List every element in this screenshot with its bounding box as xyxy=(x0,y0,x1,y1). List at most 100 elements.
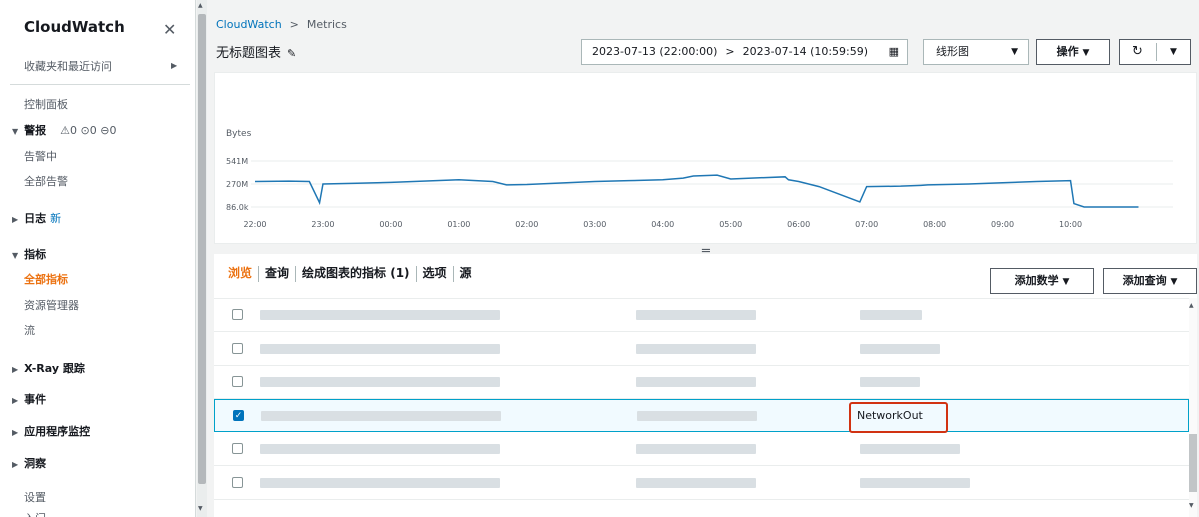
row-checkbox[interactable] xyxy=(232,376,243,387)
range-start: 2023-07-13 (22:00:00) xyxy=(592,45,718,58)
x-tick-label: 02:00 xyxy=(515,220,538,229)
table-row[interactable] xyxy=(214,467,1189,500)
app-title: CloudWatch xyxy=(24,18,125,36)
metrics-browser-panel: 浏览 查询 绘成图表的指标 (1) 选项源 添加数学 ▼ 添加查询 ▼ ✓ Ne… xyxy=(214,254,1197,517)
refresh-button[interactable]: ↻ ▼ xyxy=(1119,39,1191,65)
add-query-button[interactable]: 添加查询 ▼ xyxy=(1103,268,1197,294)
x-tick-label: 01:00 xyxy=(447,220,470,229)
x-tick-label: 06:00 xyxy=(787,220,810,229)
redacted-cell xyxy=(860,377,920,387)
redacted-cell xyxy=(636,310,756,320)
favorites-menu[interactable]: 收藏夹和最近访问 ▶ xyxy=(24,58,184,74)
nav-logs[interactable]: ▶ 日志新 xyxy=(12,210,61,226)
nav-getting-started[interactable]: 入门 xyxy=(24,510,46,517)
nav-insights[interactable]: ▶ 洞察 xyxy=(12,455,46,471)
nav-dashboards[interactable]: 控制面板 xyxy=(24,96,68,112)
chart-type-select[interactable]: 线形图 ▼ xyxy=(923,39,1029,65)
table-row[interactable] xyxy=(214,299,1189,332)
row-checkbox[interactable] xyxy=(232,477,243,488)
breadcrumb-cloudwatch[interactable]: CloudWatch xyxy=(216,18,282,31)
series-line xyxy=(254,174,1139,208)
redacted-cell xyxy=(260,310,500,320)
y-axis-label: Bytes xyxy=(226,129,252,139)
date-range-picker[interactable]: 2023-07-13 (22:00:00) >2023-07-14 (10:59:… xyxy=(581,39,908,65)
nav-events[interactable]: ▶ 事件 xyxy=(12,391,46,407)
scrollbar-thumb[interactable] xyxy=(1189,434,1197,492)
actions-button[interactable]: 操作 ▼ xyxy=(1036,39,1110,65)
alarm-counts: ⚠0 ⊙0 ⊖0 xyxy=(60,124,117,137)
triangle-down-icon: ▼ xyxy=(12,127,19,136)
caret-down-icon: ▼ xyxy=(1170,277,1178,287)
nav-explorer[interactable]: 资源管理器 xyxy=(24,297,79,313)
x-tick-label: 08:00 xyxy=(923,220,946,229)
nav-all-metrics[interactable]: 全部指标 xyxy=(24,271,68,287)
redacted-cell xyxy=(261,411,501,421)
new-badge: 新 xyxy=(50,212,62,225)
nav-metrics[interactable]: ▼ 指标 xyxy=(12,246,46,262)
sidebar: CloudWatch ✕ 收藏夹和最近访问 ▶ 控制面板 ▼ 警报 ⚠0 ⊙0 ⊖0… xyxy=(0,0,196,517)
chart-panel: Bytes 541M 270M 86.0k 22:00 23:00 00:00 01:00 02… xyxy=(214,72,1197,244)
row-checkbox[interactable] xyxy=(232,343,243,354)
tab-options[interactable]: 选项 xyxy=(417,264,453,281)
metric-name: NetworkOut xyxy=(857,409,923,422)
table-row[interactable] xyxy=(214,433,1189,466)
table-row[interactable] xyxy=(214,366,1189,399)
caret-down-icon: ▼ xyxy=(1082,48,1090,58)
caret-down-icon: ▼ xyxy=(1011,47,1018,57)
scroll-down-icon[interactable]: ▼ xyxy=(1189,502,1194,509)
chevron-right-icon: > xyxy=(725,45,735,58)
nav-all-alarms[interactable]: 全部告警 xyxy=(24,173,68,189)
sidebar-scrollbar[interactable]: ▲ ▼ xyxy=(197,0,207,517)
refresh-icon[interactable]: ↻ xyxy=(1132,40,1143,64)
scroll-up-icon[interactable]: ▲ xyxy=(198,2,203,9)
line-chart: Bytes 541M 270M 86.0k 22:00 23:00 00:00 01:00 02… xyxy=(226,129,1173,229)
nav-in-alarm[interactable]: 告警中 xyxy=(24,148,57,164)
nav-settings[interactable]: 设置 xyxy=(24,489,46,505)
triangle-right-icon: ▶ xyxy=(12,396,19,405)
tab-bar: 浏览 查询 绘成图表的指标 (1) 选项源 xyxy=(222,264,478,282)
divider xyxy=(1156,43,1157,61)
redacted-cell xyxy=(636,377,756,387)
pencil-icon[interactable]: ✎ xyxy=(287,47,296,60)
nav-app-monitoring[interactable]: ▶ 应用程序监控 xyxy=(12,423,90,439)
row-checkbox[interactable] xyxy=(232,309,243,320)
checkmark-icon[interactable]: ✓ xyxy=(233,410,244,421)
redacted-cell xyxy=(260,344,500,354)
caret-down-icon: ▼ xyxy=(1062,277,1070,287)
add-math-button[interactable]: 添加数学 ▼ xyxy=(990,268,1094,294)
redacted-cell xyxy=(260,444,500,454)
nav-alarms[interactable]: ▼ 警报 ⚠0 ⊙0 ⊖0 xyxy=(12,122,116,138)
nav-streams[interactable]: 流 xyxy=(24,322,35,338)
range-end: 2023-07-14 (10:59:59) xyxy=(742,45,869,58)
refresh-interval-caret-icon[interactable]: ▼ xyxy=(1170,40,1177,64)
table-row-selected[interactable]: ✓ NetworkOut xyxy=(214,399,1189,433)
chevron-right-icon: > xyxy=(289,18,299,31)
triangle-down-icon: ▼ xyxy=(12,251,19,260)
scroll-up-icon[interactable]: ▲ xyxy=(1189,302,1194,309)
triangle-right-icon: ▶ xyxy=(12,428,19,437)
x-tick-label: 23:00 xyxy=(311,220,334,229)
row-checkbox[interactable] xyxy=(232,443,243,454)
triangle-right-icon: ▶ xyxy=(12,215,19,224)
scrollbar-thumb[interactable] xyxy=(198,14,206,484)
table-row[interactable] xyxy=(214,333,1189,366)
graph-title[interactable]: 无标题图表 ✎ xyxy=(216,42,296,61)
breadcrumb-metrics: Metrics xyxy=(306,18,347,31)
tab-query[interactable]: 查询 xyxy=(259,264,295,281)
tab-graphed-metrics[interactable]: 绘成图表的指标 (1) xyxy=(296,264,416,281)
x-tick-label: 07:00 xyxy=(855,220,878,229)
x-tick-label: 05:00 xyxy=(719,220,742,229)
redacted-cell xyxy=(636,478,756,488)
redacted-cell xyxy=(637,411,757,421)
table-scrollbar[interactable]: ▲ ▼ xyxy=(1189,298,1197,517)
close-icon[interactable]: ✕ xyxy=(163,20,176,39)
triangle-right-icon: ▶ xyxy=(12,460,19,469)
tab-browse[interactable]: 浏览 xyxy=(222,264,258,281)
main-content: CloudWatch > Metrics 无标题图表 ✎ 2023-07-13 (22… xyxy=(207,0,1199,517)
scroll-down-icon[interactable]: ▼ xyxy=(198,505,203,512)
tab-source[interactable]: 源 xyxy=(454,264,478,281)
triangle-right-icon: ▶ xyxy=(12,365,19,374)
redacted-cell xyxy=(636,344,756,354)
redacted-cell xyxy=(260,478,500,488)
nav-xray[interactable]: ▶ X-Ray 跟踪 xyxy=(12,360,85,376)
